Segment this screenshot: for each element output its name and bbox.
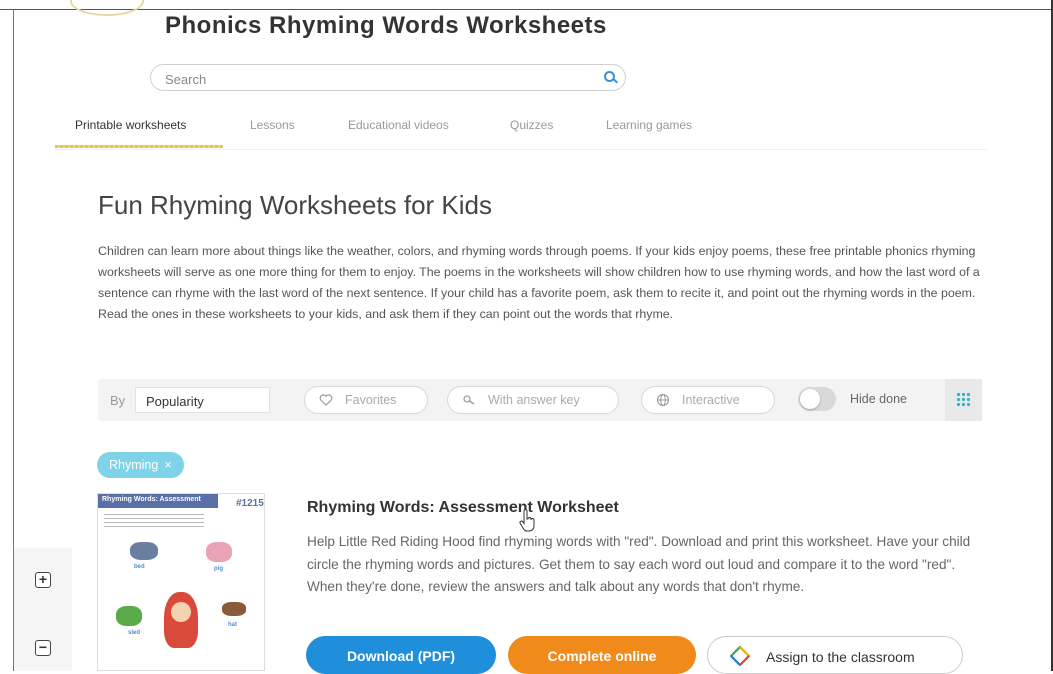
hide-done-toggle[interactable] (798, 387, 836, 411)
worksheet-thumbnail[interactable]: Rhyming Words: Assessment #1215 bed pig … (97, 493, 265, 671)
site-logo[interactable] (70, 0, 144, 16)
tab-printable-worksheets[interactable]: Printable worksheets (75, 118, 186, 132)
favorites-label: Favorites (345, 393, 397, 407)
active-filter-tag[interactable]: Rhyming × (97, 452, 184, 478)
tab-learning-games[interactable]: Learning games (606, 118, 692, 132)
sled-picture (116, 606, 142, 626)
tag-remove-icon[interactable]: × (164, 458, 171, 472)
assign-classroom-button[interactable]: Assign to the classroom (707, 636, 963, 674)
interactive-label: Interactive (682, 393, 740, 407)
tab-lessons[interactable]: Lessons (250, 118, 295, 132)
zoom-controls: + − (14, 548, 72, 671)
page-heading: Fun Rhyming Worksheets for Kids (98, 190, 492, 220)
thumbnail-instructions (104, 514, 204, 528)
tag-label: Rhyming (109, 458, 159, 472)
thumbnail-number: #1215 (236, 498, 264, 509)
search-icon[interactable] (604, 71, 615, 82)
worksheet-title[interactable]: Rhyming Words: Assessment Worksheet (307, 499, 619, 517)
zoom-out-button[interactable]: − (35, 640, 51, 656)
grid-view-button[interactable] (945, 379, 982, 421)
tab-quizzes[interactable]: Quizzes (510, 118, 553, 132)
sort-by-label: By (110, 393, 126, 408)
classroom-icon (730, 646, 750, 666)
tab-educational-videos[interactable]: Educational videos (348, 118, 449, 132)
heart-icon (319, 394, 333, 406)
site-title: Phonics Rhyming Words Worksheets (165, 12, 607, 39)
thumbnail-word: bed (134, 564, 145, 570)
thumbnail-word: sled (128, 630, 141, 636)
hat-picture (222, 602, 246, 616)
thumbnail-word: pig (214, 566, 223, 572)
answer-key-filter[interactable]: With answer key (447, 386, 619, 414)
hide-done-label: Hide done (850, 392, 907, 406)
complete-online-button[interactable]: Complete online (508, 636, 696, 674)
tabs-divider (55, 149, 987, 150)
toggle-knob (800, 389, 820, 409)
worksheet-description: Help Little Red Riding Hood find rhyming… (307, 534, 971, 594)
page-description: Children can learn more about things lik… (98, 244, 980, 321)
pig-picture (206, 542, 232, 562)
favorites-filter[interactable]: Favorites (304, 386, 428, 414)
search-input[interactable] (163, 69, 587, 89)
search-bar[interactable] (150, 64, 626, 91)
answer-key-icon (463, 395, 475, 405)
sort-select[interactable]: Popularity (135, 387, 270, 413)
thumbnail-header: Rhyming Words: Assessment (98, 494, 218, 508)
grid-view-icon (956, 392, 971, 407)
globe-icon (656, 393, 670, 407)
window-frame-top (0, 9, 1053, 10)
hand-cursor-icon (519, 509, 535, 532)
thumbnail-word: hat (228, 622, 237, 628)
download-pdf-button[interactable]: Download (PDF) (306, 636, 496, 674)
bed-picture (130, 542, 158, 560)
filter-bar: By Popularity Favorites With answer key … (98, 379, 982, 421)
active-tab-indicator (55, 145, 223, 148)
red-riding-hood-face (171, 602, 191, 622)
answer-key-label: With answer key (488, 393, 580, 407)
zoom-in-button[interactable]: + (35, 572, 51, 588)
interactive-filter[interactable]: Interactive (641, 386, 775, 414)
